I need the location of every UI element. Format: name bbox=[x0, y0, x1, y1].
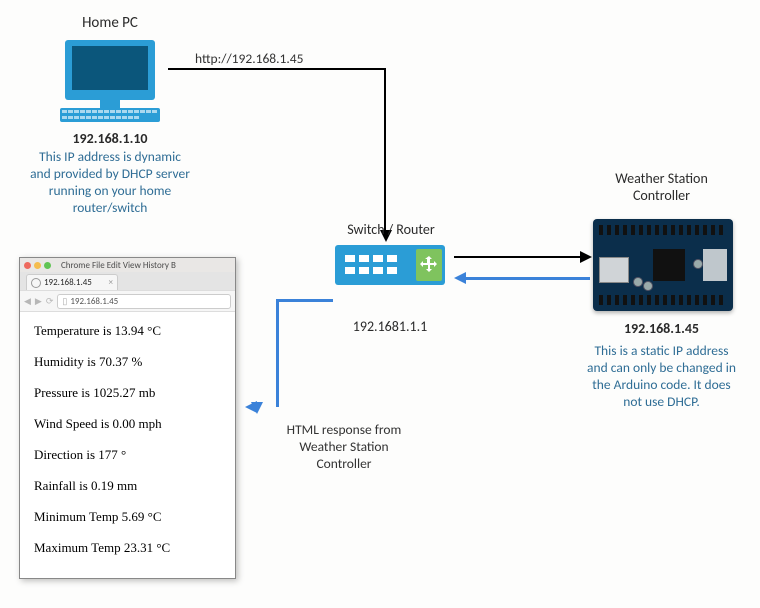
arrow-response-v bbox=[276, 299, 279, 407]
arrow-response-head-left bbox=[245, 401, 257, 413]
switch-title: Switch / Router bbox=[326, 221, 456, 238]
reading-min: Minimum Temp 5.69 °C bbox=[34, 510, 221, 523]
reading-temp: Temperature is 13.94 °C bbox=[34, 324, 221, 337]
controller-title: Weather Station Controller bbox=[580, 170, 743, 204]
browser-titlebar: Chrome File Edit View History B bbox=[20, 258, 235, 272]
file-icon: ▯ bbox=[62, 296, 67, 307]
globe-icon bbox=[31, 278, 41, 288]
switch-cross-panel-icon bbox=[416, 249, 442, 281]
switch-ip: 192.1681.1.1 bbox=[330, 318, 450, 335]
edge-response-label: HTML response from Weather Station Contr… bbox=[264, 421, 424, 472]
arrow-arduino-to-switch-head bbox=[454, 272, 466, 284]
home-pc-title: Home PC bbox=[40, 14, 180, 32]
browser-tab[interactable]: 192.168.1.45 × bbox=[26, 274, 118, 290]
arrow-arduino-to-switch bbox=[465, 277, 590, 280]
forward-icon[interactable]: ▶ bbox=[35, 296, 42, 307]
reading-dir: Direction is 177 ° bbox=[34, 448, 221, 461]
reading-humidity: Humidity is 70.37 % bbox=[34, 355, 221, 368]
edge-http-request: http://192.168.1.45 bbox=[195, 50, 303, 67]
home-pc-desc: This IP address is dynamic and provided … bbox=[2, 149, 218, 217]
reading-max: Maximum Temp 23.31 °C bbox=[34, 541, 221, 554]
back-icon[interactable]: ◀ bbox=[24, 296, 31, 307]
arrow-switch-to-arduino-head bbox=[580, 251, 592, 263]
home-pc-ip: 192.168.1.10 bbox=[25, 130, 195, 147]
browser-address-bar: ◀ ▶ ⟳ ▯ 192.168.1.45 bbox=[20, 290, 235, 312]
arduino-board-icon bbox=[593, 219, 733, 311]
close-icon[interactable] bbox=[24, 262, 31, 269]
tab-title: 192.168.1.45 bbox=[44, 277, 92, 288]
reload-icon[interactable]: ⟳ bbox=[46, 296, 54, 307]
browser-tabstrip: 192.168.1.45 × bbox=[20, 272, 235, 290]
controller-desc: This is a static IP address and can only… bbox=[565, 343, 758, 411]
reading-pressure: Pressure is 1025.27 mb bbox=[34, 386, 221, 399]
arrow-response-h bbox=[276, 299, 333, 302]
reading-wind: Wind Speed is 0.00 mph bbox=[34, 417, 221, 430]
reading-rain: Rainfall is 0.19 mm bbox=[34, 479, 221, 492]
url-input[interactable]: ▯ 192.168.1.45 bbox=[57, 294, 231, 309]
controller-ip: 192.168.1.45 bbox=[580, 320, 743, 337]
arrow-pc-to-switch-h bbox=[168, 68, 386, 70]
browser-window: Chrome File Edit View History B 192.168.… bbox=[19, 257, 236, 579]
arrow-switch-to-arduino bbox=[454, 256, 580, 258]
browser-content: Temperature is 13.94 °C Humidity is 70.3… bbox=[20, 312, 235, 566]
tab-close-icon[interactable]: × bbox=[109, 277, 113, 288]
minimize-icon[interactable] bbox=[34, 262, 41, 269]
browser-menus: Chrome File Edit View History B bbox=[61, 260, 176, 271]
zoom-icon[interactable] bbox=[44, 262, 51, 269]
arrow-pc-to-switch-v bbox=[384, 68, 386, 233]
